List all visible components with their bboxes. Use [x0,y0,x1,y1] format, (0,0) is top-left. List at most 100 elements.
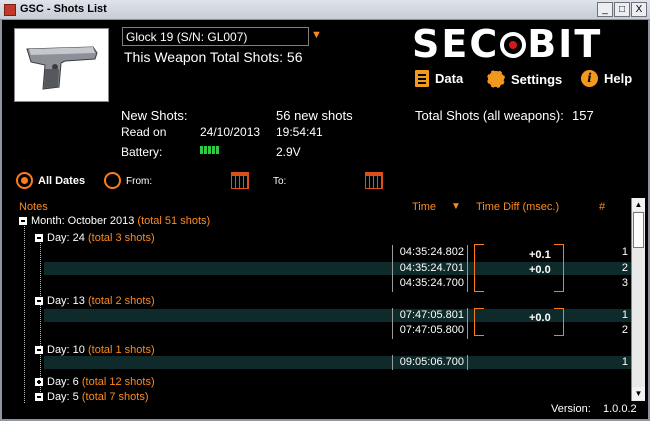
to-calendar-icon[interactable] [365,172,383,189]
minimize-button[interactable]: _ [597,2,613,17]
shot-time: 07:47:05.801 [399,309,464,321]
pistol-icon [26,46,98,90]
help-button[interactable]: i Help [581,70,632,87]
tree-month[interactable]: Month: October 2013 (total 51 shots) [19,215,210,227]
title-bar: GSC - Shots List _ □ X [0,0,650,20]
scroll-thumb[interactable] [633,212,644,248]
logo-right: BIT [527,22,603,66]
table-row[interactable] [44,324,634,337]
column-divider [467,355,468,370]
month-label: Month: October 2013 [31,215,135,227]
day-total: (total 12 shots) [81,376,155,388]
shot-time: 07:47:05.800 [399,324,464,336]
help-label: Help [604,71,633,86]
table-row[interactable] [44,356,634,369]
gear-icon [487,70,505,88]
diff-bracket-left [474,244,484,292]
version-label: Version: [551,403,591,415]
shot-time: 04:35:24.802 [399,246,464,258]
scroll-up-icon[interactable]: ▲ [632,198,645,211]
read-date: 24/10/2013 [200,125,261,139]
day-label: Day: 6 [47,376,79,388]
diff-bracket-left [474,308,484,336]
settings-button[interactable]: Settings [487,70,562,88]
tree-day[interactable]: Day: 10 (total 1 shots) [35,344,155,356]
shot-time: 04:35:24.700 [399,277,464,289]
shot-time: 09:05:06.700 [399,356,464,368]
msec-label: (msec.) [522,201,560,213]
shot-diff: +0.1 [529,249,551,261]
tree-day[interactable]: Day: 6 (total 12 shots) [35,376,155,388]
notes-header[interactable]: Notes [19,201,48,213]
close-button[interactable]: X [631,2,647,17]
collapse-icon[interactable] [19,217,27,225]
all-dates-radio[interactable] [16,172,33,189]
day-total: (total 1 shots) [87,344,155,356]
sort-down-icon[interactable]: ▼ [451,201,461,212]
tree-day[interactable]: Day: 13 (total 2 shots) [35,295,155,307]
shot-diff: +0.0 [529,264,551,276]
read-on-label: Read on [121,125,167,139]
vertical-scrollbar[interactable]: ▲ ▼ [631,198,645,401]
new-shots-label: New Shots: [121,108,188,123]
number-header[interactable]: # [599,201,605,213]
month-total: (total 51 shots) [137,215,211,227]
data-button[interactable]: Data [415,70,463,87]
battery-value: 2.9V [276,145,301,159]
day-label: Day: 24 [47,232,85,244]
logo-left: SEC [412,22,500,66]
battery-label: Battery: [121,145,163,159]
shot-number: 1 [621,246,628,258]
weapon-total-label: This Weapon Total Shots: [124,49,284,65]
settings-label: Settings [511,71,563,87]
shot-number: 3 [621,277,628,289]
logo-dot-icon [500,32,527,58]
dropdown-arrow-icon[interactable]: ▼ [311,29,322,41]
collapse-icon[interactable] [35,346,43,354]
scroll-down-icon[interactable]: ▼ [632,387,645,400]
version-value: 1.0.0.2 [602,403,637,415]
column-divider [467,308,468,339]
shot-time: 04:35:24.701 [399,262,464,274]
expand-icon[interactable] [35,378,43,386]
tree-line [24,223,25,403]
day-label: Day: 10 [47,344,85,356]
day-total: (total 2 shots) [87,295,155,307]
table-row[interactable] [44,277,634,290]
from-calendar-icon[interactable] [231,172,249,189]
read-time: 19:54:41 [276,125,323,139]
from-label: From: [126,176,153,187]
app-icon [4,4,16,16]
tree-day[interactable]: Day: 5 (total 7 shots) [35,391,149,403]
collapse-icon[interactable] [35,234,43,242]
shot-number: 1 [621,356,628,368]
document-icon [415,70,429,87]
window-title: GSC - Shots List [20,3,107,15]
maximize-button[interactable]: □ [614,2,630,17]
diff-bracket-right [554,308,564,336]
from-radio[interactable] [104,172,121,189]
shot-number: 1 [621,309,628,321]
weapon-image [14,28,109,102]
weapon-select[interactable]: Glock 19 (S/N: GL007) [122,27,309,46]
all-dates-label[interactable]: All Dates [38,175,85,187]
info-icon: i [581,70,598,87]
collapse-icon[interactable] [35,393,43,401]
weapon-total-shots: This Weapon Total Shots: 56 [124,49,303,65]
brand-logo: SEC BIT [412,22,602,66]
total-all-value: 157 [572,108,594,123]
collapse-icon[interactable] [35,297,43,305]
to-label: To: [273,176,287,187]
time-header[interactable]: Time [412,201,436,213]
shot-number: 2 [621,262,628,274]
tree-day[interactable]: Day: 24 (total 3 shots) [35,232,155,244]
new-shots-value: 56 new shots [276,108,353,123]
shot-diff: +0.0 [529,312,551,324]
weapon-total-value: 56 [286,49,303,65]
version-info: Version: 1.0.0.2 [551,403,637,415]
day-total: (total 3 shots) [87,232,155,244]
day-total: (total 7 shots) [81,391,149,403]
day-label: Day: 5 [47,391,79,403]
time-diff-header[interactable]: Time Diff (msec.) [476,201,559,213]
battery-indicator [200,146,219,154]
